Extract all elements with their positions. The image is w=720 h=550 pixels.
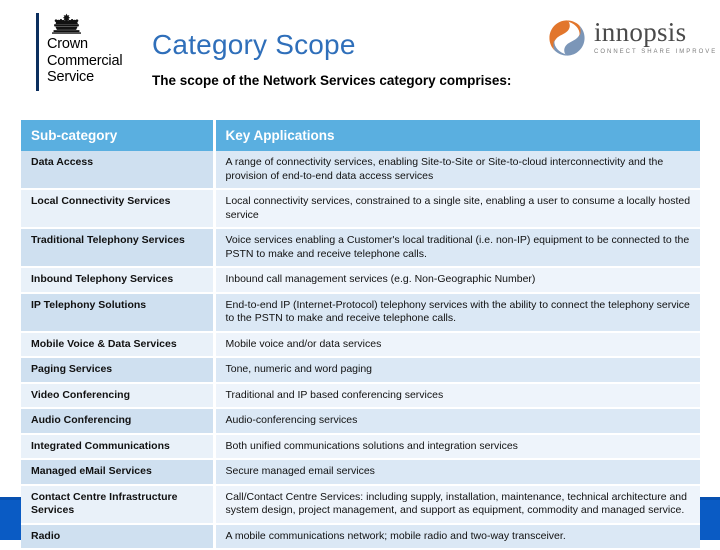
ccs-logo-line-crown: Crown (47, 36, 88, 52)
table-row: Integrated Communications Both unified co… (21, 433, 700, 460)
table-row: Data Access A range of connectivity servi… (21, 151, 700, 190)
cell-sub-category: Video Conferencing (21, 382, 216, 409)
cell-sub-category: Managed eMail Services (21, 459, 216, 486)
table-header-row: Sub-category Key Applications (21, 120, 700, 151)
table-row: Inbound Telephony Services Inbound call m… (21, 267, 700, 294)
table-row: Traditional Telephony Services Voice serv… (21, 228, 700, 268)
cell-key-applications: Both unified communications solutions an… (214, 433, 700, 460)
cell-key-applications: A range of connectivity services, enabli… (214, 151, 700, 190)
cell-sub-category: Radio (21, 523, 216, 550)
crown-commercial-service-logo: Crown Commercial Service (36, 13, 148, 91)
logo-text-block: Crown Commercial Service (47, 13, 123, 91)
cell-key-applications: Traditional and IP based conferencing se… (214, 382, 700, 409)
page-title: Category Scope (152, 29, 356, 60)
table-row: Paging Services Tone, numeric and word pa… (21, 357, 700, 384)
logo-vertical-rule (36, 13, 39, 91)
innopsis-tagline: CONNECT SHARE IMPROVE (594, 49, 718, 55)
cell-key-applications: Call/Contact Centre Services: including … (214, 484, 700, 525)
table-row: Contact Centre Infrastructure Services Ca… (21, 484, 700, 525)
page-subtitle: The scope of the Network Services catego… (152, 73, 512, 88)
table-row: Local Connectivity Services Local connect… (21, 189, 700, 229)
cell-sub-category: Integrated Communications (21, 433, 216, 460)
cell-key-applications: Tone, numeric and word paging (214, 357, 700, 384)
cell-key-applications: Inbound call management services (e.g. N… (214, 267, 700, 294)
innopsis-wordmark: innopsis (594, 17, 687, 47)
cell-sub-category: Audio Conferencing (21, 408, 216, 435)
innopsis-wordmark-block: innopsis CONNECT SHARE IMPROVE (594, 18, 717, 56)
slide-header: Crown Commercial Service Category Scope … (0, 0, 720, 115)
cell-key-applications: Voice services enabling a Customer's loc… (214, 228, 700, 268)
cell-key-applications: Audio-conferencing services (214, 408, 700, 435)
title-block: Category Scope The scope of the Network … (152, 28, 572, 89)
royal-crown-icon (52, 13, 81, 34)
table-body: Data Access A range of connectivity servi… (21, 151, 700, 550)
cell-key-applications: A mobile communications network; mobile … (214, 523, 700, 550)
cell-sub-category: IP Telephony Solutions (21, 292, 216, 333)
table-row: Audio Conferencing Audio-conferencing ser… (21, 408, 700, 435)
innopsis-logo: innopsis CONNECT SHARE IMPROVE (548, 18, 715, 66)
cell-sub-category: Mobile Voice & Data Services (21, 331, 216, 358)
table-row: Radio A mobile communications network; mo… (21, 523, 700, 550)
cell-sub-category: Paging Services (21, 357, 216, 384)
cell-key-applications: End-to-end IP (Internet-Protocol) teleph… (214, 292, 700, 333)
cell-sub-category: Contact Centre Infrastructure Services (21, 484, 216, 525)
table-row: IP Telephony Solutions End-to-end IP (Int… (21, 292, 700, 333)
table-row: Managed eMail Services Secure managed ema… (21, 459, 700, 486)
cell-key-applications: Mobile voice and/or data services (214, 331, 700, 358)
cell-sub-category: Inbound Telephony Services (21, 267, 216, 294)
table-row: Video Conferencing Traditional and IP bas… (21, 382, 700, 409)
innopsis-swirl-icon (549, 20, 585, 56)
cell-sub-category: Local Connectivity Services (21, 189, 216, 229)
table-row: Mobile Voice & Data Services Mobile voice… (21, 331, 700, 358)
category-scope-table: Sub-category Key Applications Data Acces… (21, 120, 700, 550)
ccs-logo-line-service: Service (47, 69, 94, 85)
cell-key-applications: Secure managed email services (214, 459, 700, 486)
ccs-logo-line-commercial: Commercial (47, 52, 123, 69)
cell-sub-category: Traditional Telephony Services (21, 228, 216, 268)
column-header-key-applications: Key Applications (214, 120, 700, 151)
cell-key-applications: Local connectivity services, constrained… (214, 189, 700, 229)
cell-sub-category: Data Access (21, 151, 216, 190)
table-header: Sub-category Key Applications (21, 120, 700, 151)
column-header-sub-category: Sub-category (21, 120, 216, 151)
